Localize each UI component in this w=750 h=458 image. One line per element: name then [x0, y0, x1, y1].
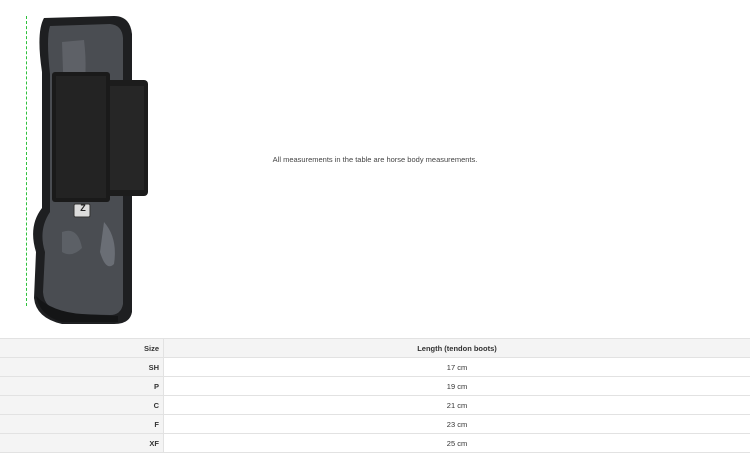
- header-size: Size: [0, 338, 164, 358]
- cell-size: F: [0, 414, 164, 434]
- table-row: C 21 cm: [0, 395, 750, 415]
- cell-size: C: [0, 395, 164, 415]
- cell-length: 17 cm: [163, 357, 750, 377]
- header-length: Length (tendon boots): [163, 338, 750, 358]
- cell-length: 19 cm: [163, 376, 750, 396]
- table-header-row: Size Length (tendon boots): [0, 338, 750, 358]
- brand-logo-letter: Z: [80, 203, 86, 213]
- table-row: P 19 cm: [0, 376, 750, 396]
- cell-length: 21 cm: [163, 395, 750, 415]
- tendon-boot-image: [33, 16, 148, 324]
- table-row: F 23 cm: [0, 414, 750, 434]
- cell-size: XF: [0, 433, 164, 453]
- cell-length: 25 cm: [163, 433, 750, 453]
- length-measure-line: [26, 16, 27, 306]
- measurement-note: All measurements in the table are horse …: [272, 155, 478, 164]
- table-row: SH 17 cm: [0, 357, 750, 377]
- product-figure-area: Z All measurements in the table are hors…: [0, 0, 750, 338]
- cell-size: SH: [0, 357, 164, 377]
- cell-length: 23 cm: [163, 414, 750, 434]
- size-chart-table: Size Length (tendon boots) SH 17 cm P 19…: [0, 338, 750, 453]
- table-row: XF 25 cm: [0, 433, 750, 453]
- cell-size: P: [0, 376, 164, 396]
